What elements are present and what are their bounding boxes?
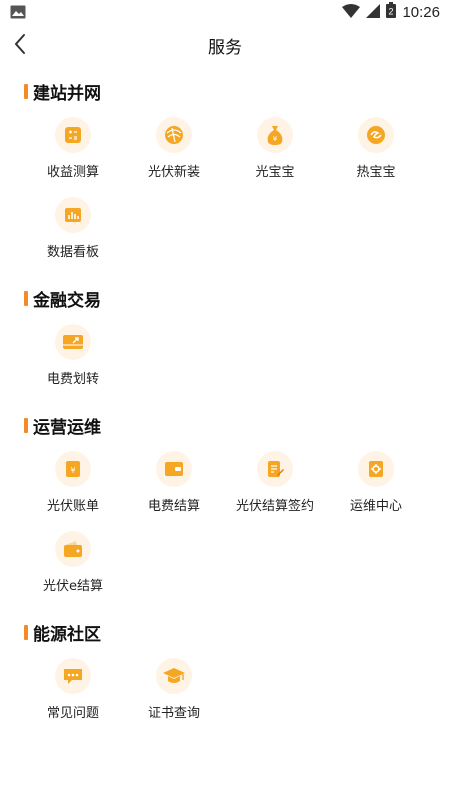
nav-bar: 服务: [0, 24, 450, 64]
section-accent-bar: [24, 418, 28, 433]
service-label: 运维中心: [349, 499, 402, 514]
graduation-cap-icon: [156, 658, 192, 694]
service-re-baobao[interactable]: 热宝宝: [326, 117, 426, 187]
service-pv-install[interactable]: 光伏新装: [124, 117, 224, 187]
wallet-card-icon: [156, 451, 192, 487]
section-energy-community: 能源社区 常见问题 证书查询: [0, 620, 450, 738]
svg-text:¥: ¥: [273, 135, 278, 143]
chart-board-icon: [55, 197, 91, 233]
heat-icon: [358, 117, 394, 153]
service-faq[interactable]: 常见问题: [23, 658, 123, 728]
section-title: 金融交易: [33, 291, 101, 311]
gear-book-icon: [358, 451, 394, 487]
wifi-icon: [342, 3, 361, 22]
service-label: 常见问题: [46, 706, 99, 721]
section-finance: 金融交易 电费划转: [0, 286, 450, 404]
service-revenue-calc[interactable]: 收益测算: [23, 117, 123, 187]
calculator-icon: [55, 117, 91, 153]
section-accent-bar: [24, 291, 28, 306]
service-label: 数据看板: [46, 245, 99, 260]
service-label: 光宝宝: [255, 165, 295, 180]
service-pv-bill[interactable]: ¥ 光伏账单: [23, 451, 123, 521]
gallery-notification-icon: [10, 4, 26, 23]
section-title: 能源社区: [33, 625, 101, 645]
chat-icon: [55, 658, 91, 694]
service-pv-settlement-sign[interactable]: 光伏结算签约: [225, 451, 325, 521]
bill-icon: ¥: [55, 451, 91, 487]
solar-install-icon: [156, 117, 192, 153]
service-pv-e-settlement[interactable]: 光伏e结算: [23, 531, 123, 601]
document-sign-icon: [257, 451, 293, 487]
card-transfer-icon: [55, 324, 91, 360]
service-label: 热宝宝: [356, 165, 396, 180]
signal-icon: [366, 3, 381, 22]
section-accent-bar: [24, 84, 28, 99]
service-data-board[interactable]: 数据看板: [23, 197, 123, 267]
wallet-icon: [55, 531, 91, 567]
service-label: 电费划转: [46, 372, 99, 387]
service-label: 光伏新装: [147, 165, 200, 180]
service-label: 光伏结算签约: [235, 499, 314, 514]
money-bag-icon: ¥: [257, 117, 293, 153]
service-label: 光伏账单: [46, 499, 99, 514]
status-time: 10:26: [402, 3, 440, 21]
service-label: 证书查询: [147, 706, 200, 721]
service-fee-settlement[interactable]: 电费结算: [124, 451, 224, 521]
service-label: 收益测算: [46, 165, 99, 180]
section-title: 建站并网: [33, 84, 101, 104]
section-operations: 运营运维 ¥ 光伏账单 电费结算 光伏结算签约 运维中心 光伏e结算: [0, 413, 450, 611]
battery-level: 2: [389, 7, 394, 17]
service-fee-transfer[interactable]: 电费划转: [23, 324, 123, 394]
service-maintenance-center[interactable]: 运维中心: [326, 451, 426, 521]
service-label: 光伏e结算: [43, 579, 103, 594]
service-guang-baobao[interactable]: ¥ 光宝宝: [225, 117, 325, 187]
status-bar: 2 10:26: [0, 0, 450, 24]
page-title: 服务: [208, 38, 242, 58]
service-certificate-query[interactable]: 证书查询: [124, 658, 224, 728]
battery-icon: 2: [386, 2, 397, 22]
svg-text:¥: ¥: [70, 466, 75, 475]
section-accent-bar: [24, 625, 28, 640]
section-build-grid: 建站并网 收益测算 光伏新装 ¥ 光宝宝 热宝宝 数据看板: [0, 79, 450, 277]
section-title: 运营运维: [33, 418, 101, 438]
service-label: 电费结算: [147, 499, 200, 514]
